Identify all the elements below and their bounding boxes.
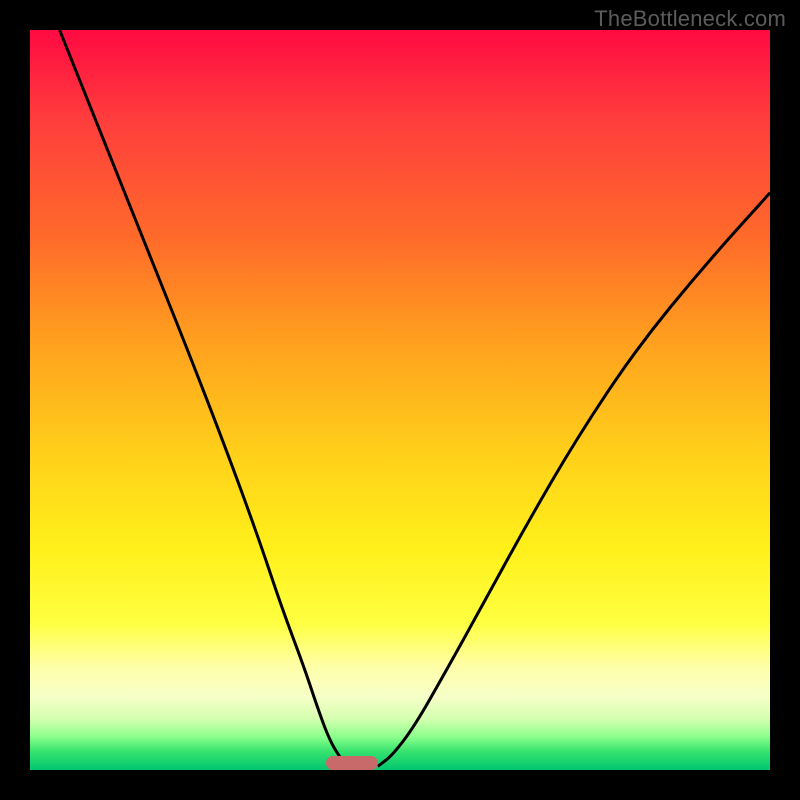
watermark-text: TheBottleneck.com: [594, 6, 786, 32]
plot-area: [30, 30, 770, 770]
curve-left-branch: [60, 30, 349, 766]
curve-right-branch: [378, 193, 770, 767]
optimal-range-marker: [326, 756, 378, 770]
bottleneck-curve: [30, 30, 770, 770]
